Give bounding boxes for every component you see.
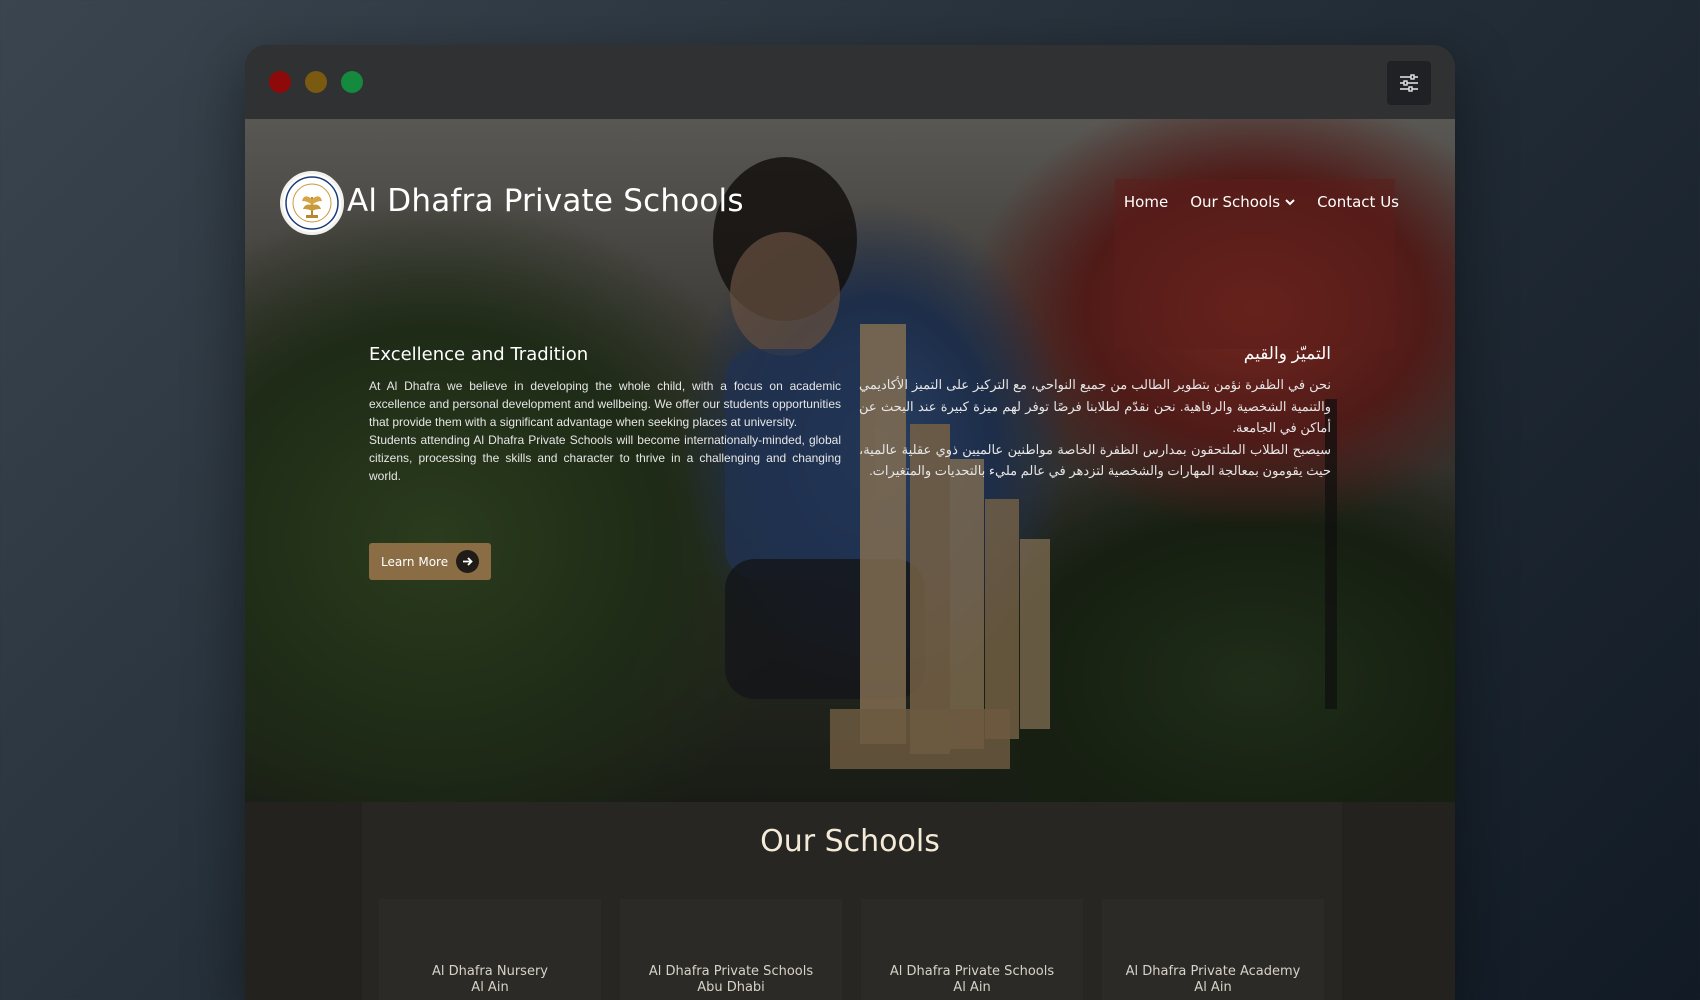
school-card-title: Al Dhafra Nursery xyxy=(432,964,548,979)
maximize-window-button[interactable] xyxy=(341,71,363,93)
school-card[interactable]: Al Dhafra Private Schools Al Ain xyxy=(861,899,1083,1000)
schools-title: Our Schools xyxy=(760,824,940,859)
hero-section: Al Dhafra Private Schools Home Our Schoo… xyxy=(245,119,1455,802)
hero-paragraph-ar-1: نحن في الظفرة نؤمن بتطوير الطالب من جميع… xyxy=(859,377,1331,435)
arrow-right-icon xyxy=(456,550,479,573)
school-card-title: Al Dhafra Private Schools xyxy=(889,964,1055,979)
close-window-button[interactable] xyxy=(269,71,291,93)
nav-home-label: Home xyxy=(1123,193,1169,211)
browser-window: Al Dhafra Private Schools Home Our Schoo… xyxy=(245,45,1455,1000)
minimize-window-button[interactable] xyxy=(305,71,327,93)
site-title[interactable]: Al Dhafra Private Schools xyxy=(347,183,744,219)
school-card-name: Al Dhafra Nursery Al Ain xyxy=(379,964,601,996)
hero-paragraph-ar-2: سيصبح الطلاب الملتحقون بمدارس الظفرة الخ… xyxy=(859,441,1331,479)
school-card-city: Al Ain xyxy=(953,980,991,995)
hero-english-column: Excellence and Tradition At Al Dhafra we… xyxy=(369,344,841,485)
nav-home[interactable]: Home xyxy=(1124,193,1168,211)
hero-paragraph-en-2: Students attending Al Dhafra Private Sch… xyxy=(369,433,841,483)
settings-button[interactable] xyxy=(1387,61,1431,105)
school-card-name: Al Dhafra Private Academy Al Ain xyxy=(1102,964,1324,996)
school-card[interactable]: Al Dhafra Private Schools Abu Dhabi xyxy=(620,899,842,1000)
main-nav: Home Our Schools Contact Us xyxy=(1102,193,1399,211)
hero-paragraph-en-1: At Al Dhafra we believe in developing th… xyxy=(369,379,841,429)
school-card-title: Al Dhafra Private Academy xyxy=(1125,964,1301,979)
nav-our-schools-label: Our Schools xyxy=(1190,193,1281,211)
title-bar xyxy=(245,45,1455,119)
chevron-down-icon xyxy=(1285,199,1295,206)
school-card-city: Al Ain xyxy=(1194,980,1232,995)
nav-contact-label: Contact Us xyxy=(1317,193,1399,211)
learn-more-label: Learn More xyxy=(381,554,449,569)
sliders-icon xyxy=(1400,74,1418,92)
school-card[interactable]: Al Dhafra Nursery Al Ain xyxy=(379,899,601,1000)
school-card-name: Al Dhafra Private Schools Al Ain xyxy=(861,964,1083,996)
nav-contact-us[interactable]: Contact Us xyxy=(1317,193,1399,211)
school-card-city: Al Ain xyxy=(471,980,509,995)
learn-more-button[interactable]: Learn More xyxy=(369,543,491,580)
nav-our-schools[interactable]: Our Schools xyxy=(1190,193,1295,211)
school-card[interactable]: Al Dhafra Private Academy Al Ain xyxy=(1102,899,1324,1000)
school-crest-logo[interactable] xyxy=(280,171,344,235)
hero-arabic-column: التميّز والقيم نحن في الظفرة نؤمن بتطوير… xyxy=(859,344,1331,482)
school-card-title: Al Dhafra Private Schools xyxy=(648,964,814,979)
our-schools-section: Our Schools Al Dhafra Nursery Al Ain Al … xyxy=(245,802,1455,1000)
hero-heading-ar: التميّز والقيم xyxy=(1243,344,1331,363)
school-card-name: Al Dhafra Private Schools Abu Dhabi xyxy=(620,964,842,996)
school-crest-icon xyxy=(285,176,339,230)
school-card-city: Abu Dhabi xyxy=(697,980,765,995)
hero-heading-en: Excellence and Tradition xyxy=(369,344,589,365)
